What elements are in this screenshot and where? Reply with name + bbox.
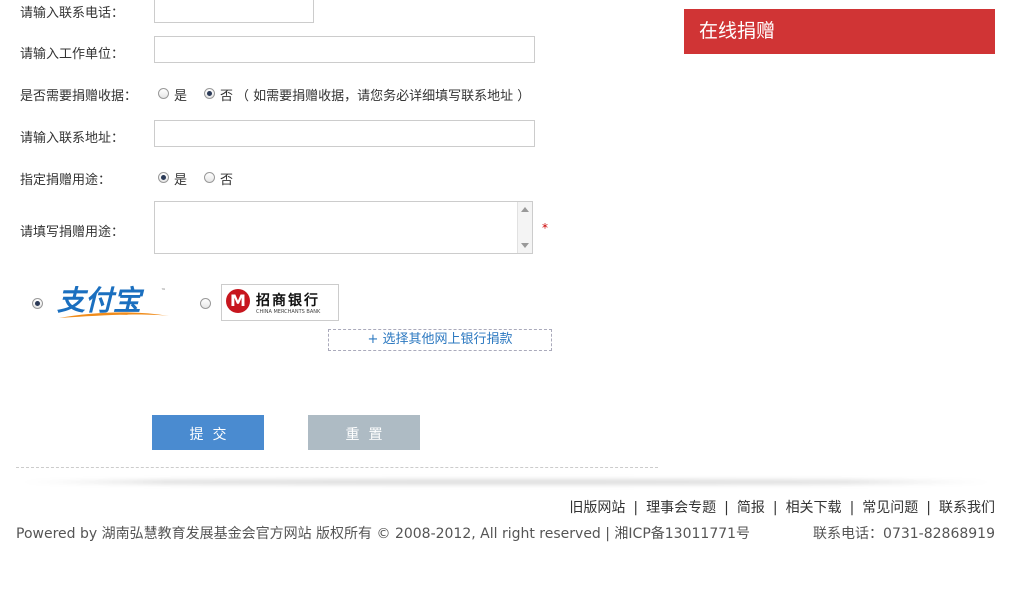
footer-link-downloads[interactable]: 相关下载 [786,500,842,516]
receipt-no-radio[interactable] [204,88,215,99]
phone-input[interactable] [154,0,314,23]
company-input[interactable] [154,36,535,63]
footer-link-faq[interactable]: 常见问题 [862,500,918,516]
footer-links: 旧版网站 | 理事会专题 | 简报 | 相关下载 | 常见问题 | 联系我们 [569,500,995,516]
required-asterisk: * [542,221,548,235]
receipt-yes-radio[interactable] [158,88,169,99]
textarea-scrollbar[interactable] [517,202,532,253]
address-input[interactable] [154,120,535,147]
designate-no-radio[interactable] [204,172,215,183]
copyright-text: Powered by 湖南弘慧教育发展基金会官方网站 版权所有 © 2008-2… [16,526,751,542]
footer-link-board[interactable]: 理事会专题 [646,500,716,516]
cmb-name-en: CHINA MERCHANTS BANK [256,309,321,315]
alipay-logo-text: 支付宝 [57,284,145,317]
receipt-yes-label: 是 [174,89,188,104]
other-bank-link[interactable]: + 选择其他网上银行捐款 [328,329,552,351]
receipt-note: （ 如需要捐赠收据，请您务必详细填写联系地址 ） [236,89,531,104]
receipt-label: 是否需要捐赠收据： [20,89,138,104]
alipay-logo[interactable]: 支付宝 ™ [53,282,173,324]
purpose-label: 请填写捐赠用途： [20,225,125,240]
designate-label: 指定捐赠用途： [20,173,112,188]
cmb-name-cn: 招商银行 [256,293,320,309]
company-label: 请输入工作单位： [20,47,125,62]
alipay-radio[interactable] [32,298,43,309]
address-label: 请输入联系地址： [20,131,125,146]
purpose-textarea[interactable] [154,201,533,254]
submit-button[interactable]: 提交 [152,415,264,450]
phone-label: 请输入联系电话： [20,6,125,21]
designate-yes-radio[interactable] [158,172,169,183]
scroll-up-arrow-icon[interactable] [521,207,529,212]
footer-shadow-divider [16,479,996,485]
cmb-m-logo-icon [226,289,250,313]
cmb-bank-logo[interactable]: 招商银行 CHINA MERCHANTS BANK [221,284,339,321]
form-divider [16,467,658,468]
receipt-no-label: 否 [220,89,234,104]
svg-text:™: ™ [161,288,166,294]
contact-phone: 联系电话：0731-82868919 [813,526,995,542]
reset-button[interactable]: 重置 [308,415,420,450]
footer-link-contact[interactable]: 联系我们 [939,500,995,516]
cmb-radio[interactable] [200,298,211,309]
designate-no-label: 否 [220,173,234,188]
online-donation-header: 在线捐赠 [684,9,995,54]
scroll-down-arrow-icon[interactable] [521,243,529,248]
footer-link-briefing[interactable]: 简报 [737,500,765,516]
footer-link-old-site[interactable]: 旧版网站 [569,500,625,516]
designate-yes-label: 是 [174,173,188,188]
